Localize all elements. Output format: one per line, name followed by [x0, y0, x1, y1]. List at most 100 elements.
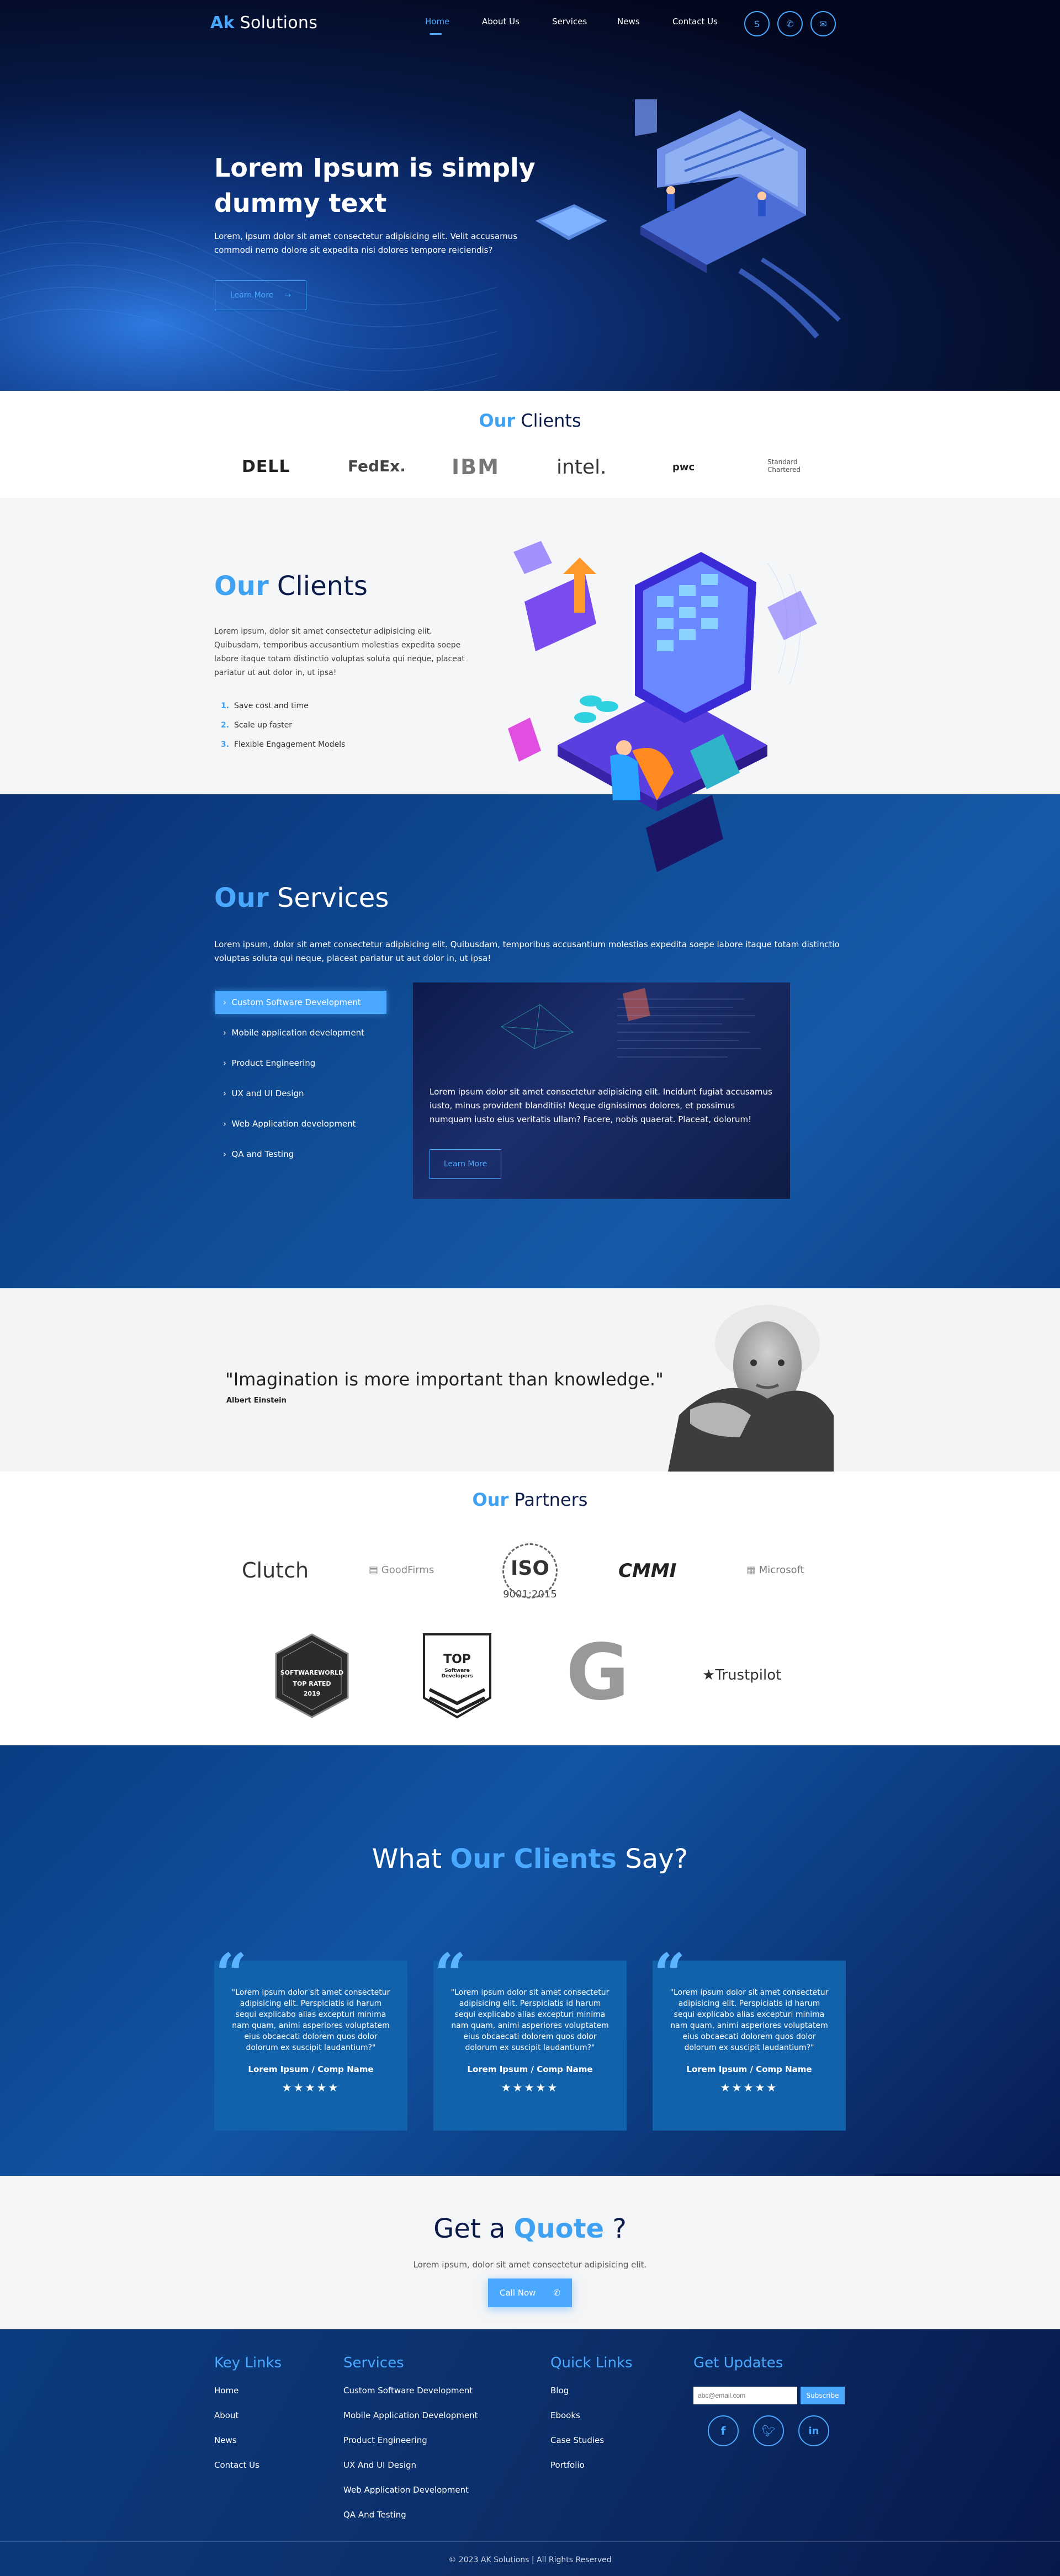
service-tab-product-engineering[interactable]: › Product Engineering [215, 1051, 414, 1075]
ibm-logo: IBM [452, 455, 500, 479]
our-clients-title: Our Clients [214, 571, 368, 602]
testimonial-stars: ★★★★★ [720, 2081, 778, 2094]
footer-link-home[interactable]: Home [214, 2386, 239, 2396]
service-tab-label: UX and UI Design [231, 1088, 304, 1098]
trustpilot-label: Trustpilot [715, 1667, 782, 1683]
footer-link-about[interactable]: About [214, 2410, 239, 2420]
get-quote-title-post: ? [612, 2213, 627, 2244]
service-tab-mobile-app[interactable]: › Mobile application development [215, 1021, 414, 1044]
hero-text: Lorem, ipsum dolor sit amet consectetur … [214, 231, 518, 255]
testimonial-stars: ★★★★★ [282, 2081, 340, 2094]
footer-link-portfolio[interactable]: Portfolio [550, 2460, 585, 2470]
footer-link-service[interactable]: Web Application Development [343, 2485, 469, 2495]
google-logo: G [566, 1628, 629, 1718]
testimonials-title-accent: Our Clients [450, 1844, 617, 1874]
subscribe-button[interactable]: Subscribe [801, 2387, 845, 2404]
nav-news[interactable]: News [617, 17, 640, 26]
hero-learn-more-button[interactable]: Learn More → [215, 280, 306, 310]
trustpilot-logo: ★Trustpilot [702, 1667, 781, 1683]
intel-logo: intel. [556, 456, 607, 479]
code-network-graphic [501, 988, 761, 1058]
service-tab-ux-ui[interactable]: › UX and UI Design [215, 1082, 414, 1105]
service-tab-custom-software[interactable]: › Custom Software Development [215, 991, 386, 1014]
service-tab-web-app[interactable]: › Web Application development [215, 1112, 414, 1135]
clients-strip-title-rest: Clients [521, 410, 581, 431]
nav-active-indicator [430, 33, 442, 35]
footer-quick-links-title: Quick Links [550, 2355, 633, 2371]
clients-strip-title: Our Clients [0, 410, 1060, 431]
testimonial-name: Lorem Ipsum / Comp Name [467, 2064, 593, 2074]
testimonial-text: "Lorem ipsum dolor sit amet consectetur … [451, 1988, 610, 2052]
service-tab-label: QA and Testing [231, 1149, 294, 1159]
partners-title-rest: Partners [514, 1489, 588, 1510]
call-now-label: Call Now [499, 2288, 536, 2298]
testimonials-section: What Our Clients Say? “ "Lorem ipsum dol… [0, 1745, 1060, 2176]
einstein-photo [668, 1305, 834, 1472]
softwareworld-year: 2019 [303, 1690, 321, 1697]
testimonial-text: "Lorem ipsum dolor sit amet consectetur … [231, 1988, 390, 2052]
facebook-icon[interactable]: f [708, 2415, 739, 2446]
top-developers-subtitle: Software Developers [441, 1668, 473, 1679]
nav-contact-us[interactable]: Contact Us [672, 17, 718, 26]
phone-icon[interactable]: ✆ [777, 11, 803, 36]
service-tab-label: Mobile application development [231, 1028, 364, 1038]
our-clients-text: Lorem ipsum, dolor sit amet consectetur … [214, 627, 465, 677]
testimonial-name: Lorem Ipsum / Comp Name [686, 2064, 812, 2074]
newsletter-email-input[interactable] [693, 2387, 797, 2404]
footer-link-contact[interactable]: Contact Us [214, 2460, 259, 2470]
hero-title: Lorem Ipsum is simply dummy text [214, 153, 536, 218]
footer-services-title: Services [343, 2355, 404, 2371]
site-footer: Key Links Home About News Contact Us Ser… [0, 2329, 1060, 2576]
pwc-logo: pwc [672, 461, 695, 473]
footer-link-service[interactable]: Product Engineering [343, 2435, 427, 2445]
service-learn-more-button[interactable]: Learn More [430, 1149, 501, 1179]
footer-link-service[interactable]: QA And Testing [343, 2510, 406, 2520]
service-tab-qa-testing[interactable]: › QA and Testing [215, 1143, 414, 1166]
footer-link-case-studies[interactable]: Case Studies [550, 2435, 604, 2445]
call-now-button[interactable]: Call Now ✆ [488, 2278, 572, 2307]
nav-about-us[interactable]: About Us [482, 17, 520, 26]
brand-logo[interactable]: Ak Solutions [210, 13, 317, 33]
goodfirms-icon: ▤ [369, 1564, 379, 1576]
quote-author: Albert Einstein [226, 1396, 287, 1405]
chevron-right-icon: › [223, 1119, 232, 1129]
footer-link-blog[interactable]: Blog [550, 2386, 569, 2396]
our-clients-title-accent: Our [214, 571, 269, 602]
nav-services[interactable]: Services [552, 17, 587, 26]
standard-chartered-logo: Standard Chartered [767, 458, 801, 474]
services-title: Our Services [214, 883, 389, 913]
get-quote-section: Get a Quote ? Lorem ipsum, dolor sit ame… [0, 2176, 1060, 2329]
testimonials-title-post: Say? [625, 1844, 688, 1874]
fedex-logo: FedEx. [348, 457, 406, 475]
mail-icon[interactable]: ✉ [810, 11, 836, 36]
get-quote-title-accent: Quote [513, 2213, 605, 2244]
partners-title-accent: Our [472, 1489, 509, 1510]
microsoft-logo: ▦ Microsoft [746, 1564, 804, 1576]
footer-link-news[interactable]: News [214, 2435, 237, 2445]
partners-section: Our Partners Clutch ▤ GoodFirms ISO 9001… [0, 1472, 1060, 1745]
top-developers-title: TOP [443, 1653, 471, 1666]
developer-computer-illustration [508, 541, 817, 872]
testimonial-text: "Lorem ipsum dolor sit amet consectetur … [670, 1988, 829, 2052]
goodfirms-label: GoodFirms [381, 1564, 434, 1576]
cmmi-logo: CMMI [618, 1560, 677, 1582]
footer-link-service[interactable]: UX And UI Design [343, 2460, 416, 2470]
service-panel: Lorem ipsum dolor sit amet consectetur a… [413, 982, 790, 1199]
clients-strip-section: Our Clients DELL FedEx. IBM intel. pwc S… [0, 391, 1060, 498]
services-title-rest: Services [277, 883, 389, 913]
skype-icon[interactable]: S [744, 11, 770, 36]
footer-link-service[interactable]: Custom Software Development [343, 2386, 473, 2396]
our-clients-title-rest: Clients [277, 571, 368, 602]
twitter-icon[interactable]: 🐦︎ [753, 2415, 784, 2446]
phone-icon: ✆ [553, 2288, 560, 2298]
quote-section: "Imagination is more important than know… [0, 1288, 1060, 1472]
footer-copyright: © 2023 AK Solutions | All Rights Reserve… [448, 2556, 612, 2564]
nav-home[interactable]: Home [425, 17, 449, 26]
hero-button-label: Learn More [230, 291, 274, 300]
testimonials-title: What Our Clients Say? [0, 1844, 1060, 1874]
footer-divider [0, 2541, 1060, 2542]
footer-link-ebooks[interactable]: Ebooks [550, 2410, 580, 2420]
testimonial-stars: ★★★★★ [501, 2081, 559, 2094]
linkedin-icon[interactable]: in [798, 2415, 829, 2446]
footer-link-service[interactable]: Mobile Application Development [343, 2410, 478, 2420]
